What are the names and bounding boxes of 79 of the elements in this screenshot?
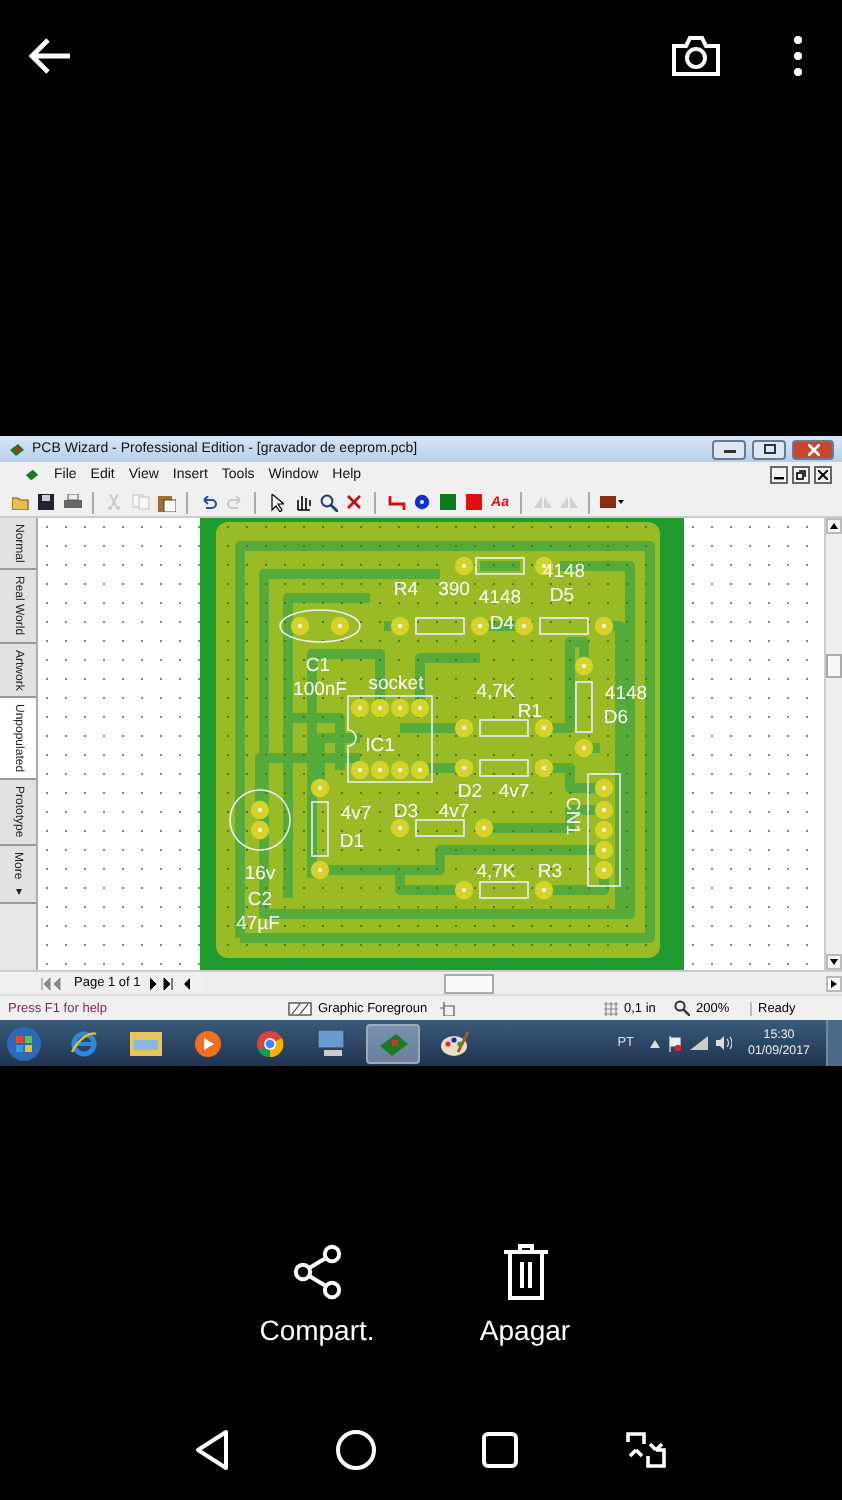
component-label: 4,7K bbox=[476, 681, 516, 704]
flag-icon[interactable] bbox=[668, 1035, 683, 1051]
folder-icon bbox=[129, 1030, 161, 1056]
trash-icon bbox=[501, 1244, 549, 1300]
component-label: 100nF bbox=[293, 679, 347, 702]
component-label: D3 bbox=[393, 801, 419, 824]
component-label: 4v7 bbox=[438, 801, 470, 824]
maximize-icon bbox=[763, 444, 775, 454]
computer-icon bbox=[315, 1029, 347, 1057]
scroll-right-icon[interactable] bbox=[826, 975, 842, 991]
start-button[interactable] bbox=[6, 1025, 42, 1061]
minimize-icon bbox=[723, 445, 735, 453]
show-hidden-icons-icon[interactable] bbox=[650, 1039, 661, 1047]
component-label: D2 bbox=[457, 781, 483, 804]
component-label: socket bbox=[368, 673, 424, 696]
restore-icon bbox=[796, 470, 806, 480]
minimize-button[interactable] bbox=[712, 439, 746, 459]
component-label: 4,7K bbox=[476, 861, 516, 884]
component-label: C2 bbox=[247, 889, 273, 912]
close-icon bbox=[807, 443, 819, 455]
component-label: CN1 bbox=[560, 797, 583, 835]
component-label: C1 bbox=[305, 655, 331, 678]
camera-icon[interactable] bbox=[670, 34, 722, 78]
back-arrow-icon[interactable] bbox=[28, 38, 72, 74]
vertical-scrollbar[interactable] bbox=[824, 518, 842, 970]
signal-icon[interactable] bbox=[690, 1036, 709, 1050]
zoom-icon bbox=[674, 1000, 690, 1016]
home-icon[interactable] bbox=[335, 1430, 376, 1470]
scrollbar-thumb[interactable] bbox=[444, 973, 495, 993]
component-label: 4v7 bbox=[340, 803, 372, 826]
component-label: D1 bbox=[339, 831, 365, 854]
grid-icon bbox=[604, 1001, 618, 1015]
component-label: 16v bbox=[244, 863, 276, 886]
browser-icon bbox=[255, 1029, 283, 1057]
more-options-icon[interactable] bbox=[794, 36, 802, 76]
component-label: D4 bbox=[489, 613, 515, 636]
layer-pattern-icon bbox=[288, 1001, 312, 1015]
close-icon bbox=[818, 470, 828, 480]
play-icon bbox=[193, 1029, 221, 1057]
toolbar-button[interactable] bbox=[292, 490, 312, 514]
toolbar-button[interactable] bbox=[156, 490, 176, 514]
toolbar-button[interactable] bbox=[318, 490, 338, 514]
component-label: 47µF bbox=[236, 913, 280, 936]
back-icon[interactable] bbox=[193, 1430, 230, 1470]
toolbar-button[interactable] bbox=[600, 490, 624, 514]
delete-button[interactable]: Apagar bbox=[461, 1244, 589, 1400]
component-label: 390 bbox=[438, 579, 470, 602]
scrollbar-thumb[interactable] bbox=[826, 654, 842, 678]
toolbar-button[interactable] bbox=[412, 490, 432, 514]
app-switch-icon[interactable] bbox=[624, 1430, 669, 1470]
component-label: 4148 bbox=[478, 587, 522, 610]
page-navigation-icon[interactable] bbox=[150, 977, 195, 989]
app-icon bbox=[8, 441, 26, 457]
document-icon bbox=[24, 468, 40, 482]
component-label: 4148 bbox=[604, 683, 648, 706]
close-button[interactable] bbox=[814, 466, 832, 484]
component-label: R4 bbox=[393, 579, 419, 602]
component-label: D5 bbox=[549, 585, 575, 608]
component-label: IC1 bbox=[365, 735, 395, 758]
component-label: R3 bbox=[537, 861, 563, 884]
component-label: 4v7 bbox=[498, 781, 530, 804]
toolbar-button[interactable] bbox=[36, 490, 56, 514]
circuit-board-icon bbox=[377, 1031, 409, 1055]
browser-icon bbox=[69, 1029, 97, 1057]
speaker-icon[interactable] bbox=[716, 1036, 733, 1050]
recent-apps-icon[interactable] bbox=[482, 1432, 519, 1468]
component-label: D6 bbox=[603, 707, 629, 730]
palette-icon bbox=[440, 1029, 470, 1057]
maximize-button[interactable] bbox=[752, 439, 786, 459]
share-icon bbox=[291, 1244, 343, 1300]
scroll-up-icon[interactable] bbox=[826, 518, 842, 534]
toolbar-button[interactable] bbox=[266, 490, 286, 514]
scroll-down-icon[interactable] bbox=[826, 954, 842, 970]
restore-button[interactable] bbox=[792, 466, 810, 484]
toolbar-button[interactable] bbox=[198, 490, 218, 514]
share-button[interactable]: Compart. bbox=[253, 1244, 381, 1400]
minimize-button[interactable] bbox=[770, 466, 788, 484]
component-label: R1 bbox=[517, 701, 543, 724]
component-label: 4148 bbox=[542, 561, 586, 584]
